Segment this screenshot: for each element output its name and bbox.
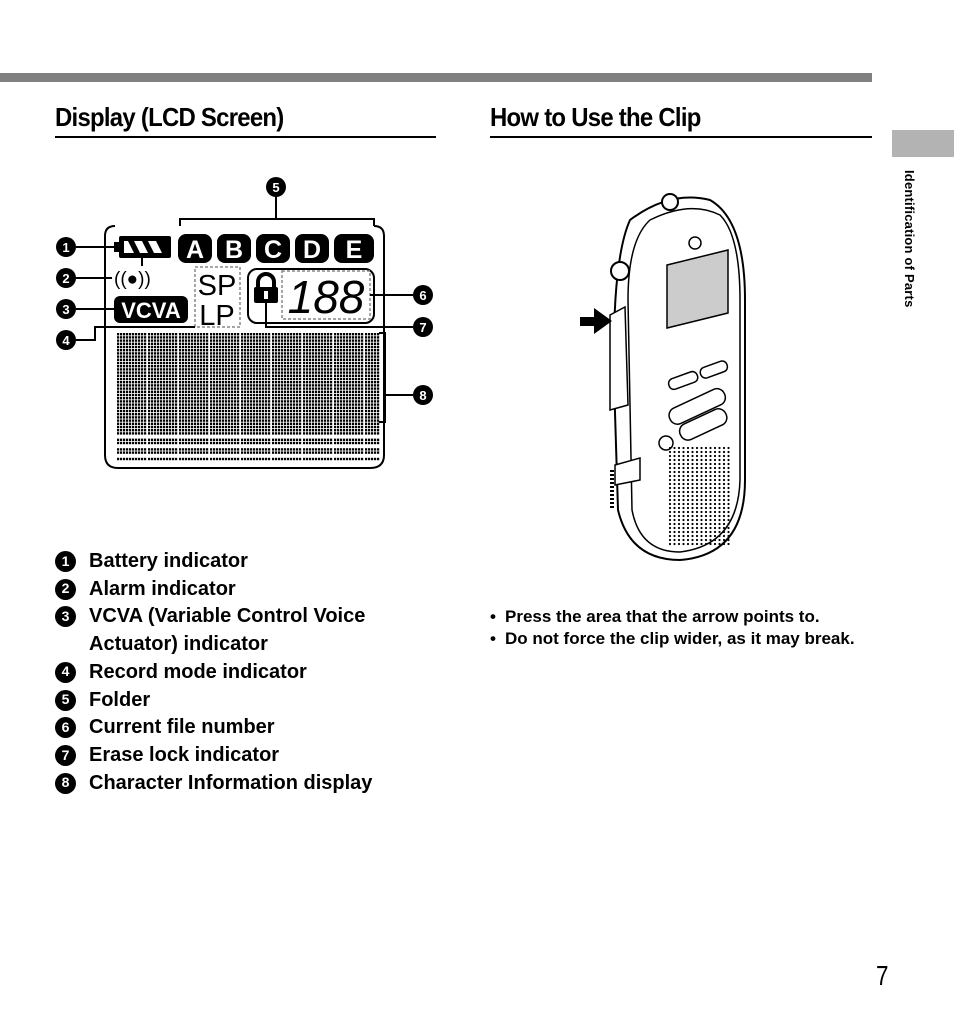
folder-C: C bbox=[264, 236, 282, 264]
recorder-illustration bbox=[580, 193, 746, 562]
legend-text: Record mode indicator bbox=[89, 660, 307, 683]
svg-text:8: 8 bbox=[419, 388, 426, 403]
folder-E: E bbox=[346, 236, 363, 264]
section-tab-label: Identification of Parts bbox=[902, 170, 917, 308]
legend-text: Erase lock indicator bbox=[89, 743, 280, 766]
svg-text:5: 5 bbox=[272, 180, 279, 195]
legend-item: 7 Erase lock indicator bbox=[55, 742, 455, 770]
legend-item: 3 VCVA (Variable Control Voice Actuator) … bbox=[55, 603, 455, 658]
clip-section-title: How to Use the Clip bbox=[490, 102, 701, 132]
callout-number: 4 bbox=[55, 661, 76, 683]
callout-number: 6 bbox=[55, 717, 76, 739]
callout-5: 5 bbox=[266, 177, 286, 197]
svg-text:1: 1 bbox=[62, 240, 69, 255]
character-display bbox=[117, 333, 380, 461]
lcd-section-title: Display (LCD Screen) bbox=[55, 102, 284, 132]
legend-text: Folder bbox=[89, 688, 151, 711]
legend-text: Current file number bbox=[89, 716, 275, 739]
svg-text:2: 2 bbox=[62, 271, 69, 286]
folder-D: D bbox=[303, 236, 321, 264]
legend-item: 5 Folder bbox=[55, 687, 455, 715]
legend-item: 1 Battery indicator bbox=[55, 548, 455, 576]
callout-number: 8 bbox=[55, 772, 76, 794]
legend-text: Character Information display bbox=[89, 771, 373, 794]
list-item: • Press the area that the arrow points to… bbox=[490, 607, 820, 626]
legend-item: 8 Character Information display bbox=[55, 770, 455, 798]
clip-instructions: • Press the area that the arrow points to… bbox=[490, 606, 872, 650]
folder-B: B bbox=[225, 236, 243, 264]
arrow-icon bbox=[580, 308, 612, 334]
vcva-indicator: VCVA bbox=[121, 298, 181, 323]
header-bar bbox=[0, 73, 872, 82]
legend-text: Alarm indicator bbox=[89, 577, 236, 600]
svg-text:7: 7 bbox=[419, 320, 426, 335]
callout-number: 1 bbox=[55, 551, 76, 572]
legend-item: 6 Current file number bbox=[55, 714, 455, 742]
legend-text: VCVA (Variable Control Voice Actuator) i… bbox=[89, 605, 366, 656]
page-number: 7 bbox=[876, 960, 889, 991]
svg-text:3: 3 bbox=[62, 302, 69, 317]
record-mode-lp: LP bbox=[199, 300, 234, 332]
svg-text:4: 4 bbox=[62, 333, 70, 348]
alarm-icon: ((●)) bbox=[114, 269, 151, 290]
callout-number: 5 bbox=[55, 689, 76, 711]
record-mode-sp: SP bbox=[198, 270, 237, 302]
legend-text: Battery indicator bbox=[89, 550, 248, 572]
callout-number: 3 bbox=[55, 606, 76, 628]
section-tab bbox=[892, 130, 954, 157]
callout-number: 7 bbox=[55, 744, 76, 766]
battery-icon bbox=[114, 236, 171, 266]
list-item: • Do not force the clip wider, as it may … bbox=[490, 629, 855, 648]
title-underline bbox=[490, 136, 872, 138]
file-number: 188 bbox=[288, 271, 365, 323]
lcd-legend: 1 Battery indicator 2 Alarm indicator 3 VCVA … bbox=[55, 548, 455, 797]
lock-icon bbox=[254, 272, 278, 303]
legend-item: 2 Alarm indicator bbox=[55, 576, 455, 604]
legend-item: 4 Record mode indicator bbox=[55, 659, 455, 687]
folder-indicators: A B C D E bbox=[178, 234, 374, 264]
svg-text:6: 6 bbox=[419, 288, 426, 303]
title-underline bbox=[55, 136, 436, 138]
lcd-diagram: 5 1 A B C D E 2 ((●)) 3 VCVA SP LP 4 188… bbox=[56, 177, 433, 469]
callout-number: 2 bbox=[55, 578, 76, 600]
folder-A: A bbox=[186, 236, 204, 264]
